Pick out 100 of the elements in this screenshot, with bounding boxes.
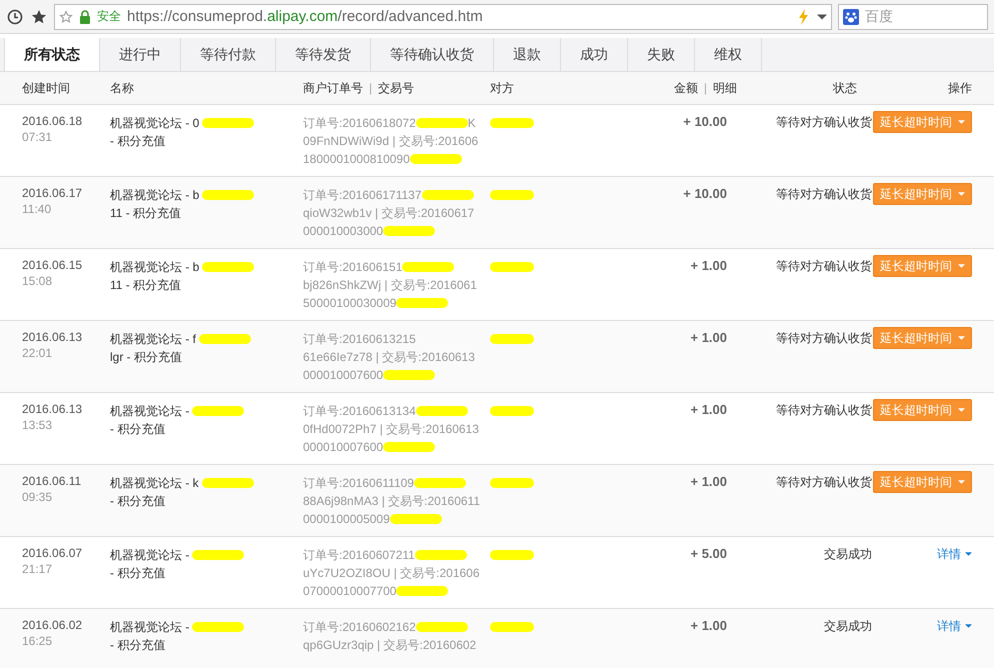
time-text: 22:01 bbox=[22, 346, 54, 360]
date-text: 2016.06.18 bbox=[22, 114, 84, 128]
cell-text: 机器视觉论坛 - bbox=[110, 619, 190, 636]
column-header: 金额 bbox=[674, 80, 698, 96]
caret-icon bbox=[958, 408, 965, 412]
status-text: 等待对方确认收货 bbox=[776, 259, 872, 273]
lock-icon bbox=[79, 10, 91, 24]
column-header: 交易号 bbox=[378, 80, 414, 97]
cell-text: 订单号:20160613134 bbox=[303, 403, 416, 420]
time-text: 21:17 bbox=[22, 562, 54, 576]
caret-icon bbox=[958, 192, 965, 196]
secure-label: 安全 bbox=[97, 8, 121, 25]
cell-text: - 积分充值 bbox=[110, 637, 166, 654]
dropdown-icon[interactable] bbox=[817, 14, 827, 20]
paw-icon bbox=[843, 8, 859, 24]
cell-text: 订单号:20160611109 bbox=[303, 475, 414, 492]
separator-text: | bbox=[704, 81, 707, 95]
cell-text: 机器视觉论坛 - f bbox=[110, 331, 196, 348]
cell-text: 50000100030009 bbox=[303, 295, 396, 312]
caret-icon bbox=[958, 480, 965, 484]
column-header: 商户订单号 bbox=[303, 80, 363, 97]
status-text: 交易成功 bbox=[824, 619, 872, 633]
time-text: 15:08 bbox=[22, 274, 54, 288]
column-header: 操作 bbox=[948, 80, 972, 96]
url-text: https://consumeprod.alipay.com/record/advanced.htm bbox=[127, 8, 483, 25]
time-text: 09:35 bbox=[22, 490, 54, 504]
status-text: 等待对方确认收货 bbox=[776, 331, 872, 345]
amount-text: + 10.00 bbox=[683, 114, 727, 129]
cell-text: 0fHd0072Ph7 | 交易号:20160613 bbox=[303, 421, 479, 438]
details-link[interactable]: 详情 bbox=[937, 546, 972, 562]
cell-text: 机器视觉论坛 - bbox=[110, 547, 190, 564]
column-header: 状态 bbox=[833, 80, 857, 94]
time-text: 16:25 bbox=[22, 634, 54, 648]
status-text: 等待对方确认收货 bbox=[776, 475, 872, 489]
status-text: 交易成功 bbox=[824, 547, 872, 561]
column-header: 对方 bbox=[490, 80, 514, 94]
cell-text: 订单号:20160618072 bbox=[303, 115, 416, 132]
time-text: 07:31 bbox=[22, 130, 54, 144]
date-text: 2016.06.11 bbox=[22, 474, 82, 488]
details-link[interactable]: 详情 bbox=[937, 618, 972, 634]
amount-text: + 1.00 bbox=[690, 402, 727, 417]
time-text: 13:53 bbox=[22, 418, 54, 432]
cell-text: 机器视觉论坛 - k bbox=[110, 475, 199, 492]
cell-text: 11 - 积分充值 bbox=[110, 277, 182, 294]
cell-text: qp6GUzr3qip | 交易号:20160602 bbox=[303, 637, 476, 654]
column-header: 创建时间 bbox=[22, 80, 70, 94]
status-text: 等待对方确认收货 bbox=[776, 187, 872, 201]
date-text: 2016.06.17 bbox=[22, 186, 84, 200]
caret-icon bbox=[958, 264, 965, 268]
address-bar[interactable]: 安全 https://consumeprod.alipay.com/record/advanced.htm bbox=[54, 4, 832, 30]
cell-text: - 积分充值 bbox=[110, 421, 166, 438]
cell-text: 订单号:201606151 bbox=[303, 259, 402, 276]
caret-icon bbox=[965, 624, 972, 628]
cell-text: bj826nShkZWj | 交易号:2016061 bbox=[303, 277, 477, 294]
star-icon[interactable] bbox=[59, 10, 73, 24]
time-text: 11:40 bbox=[22, 202, 52, 216]
caret-icon bbox=[958, 120, 965, 124]
amount-text: + 1.00 bbox=[690, 330, 727, 345]
caret-icon bbox=[965, 552, 972, 556]
cell-text: uYc7U2OZI8OU | 交易号:201606 bbox=[303, 565, 480, 582]
column-header: 明细 bbox=[713, 80, 737, 96]
cell-text: 机器视觉论坛 - bbox=[110, 403, 190, 420]
amount-text: + 5.00 bbox=[690, 546, 727, 561]
cell-text: 11 - 积分充值 bbox=[110, 205, 182, 222]
cell-text: - 积分充值 bbox=[110, 493, 166, 510]
cell-text: 09FnNDWiWi9d | 交易号:201606 bbox=[303, 133, 478, 150]
cell-text: 000010007600 bbox=[303, 439, 384, 456]
amount-text: + 1.00 bbox=[690, 258, 727, 273]
cell-text: 0000100005009 bbox=[303, 511, 390, 528]
cell-text: - 积分充值 bbox=[110, 133, 166, 150]
cell-text: 订单号:201606171137 bbox=[303, 187, 422, 204]
status-text: 等待对方确认收货 bbox=[776, 115, 872, 129]
cell-text: 61e66Ie7z78 | 交易号:20160613 bbox=[303, 349, 475, 366]
cell-text: lgr - 积分充值 bbox=[110, 349, 182, 366]
cell-text: - 积分充值 bbox=[110, 565, 166, 582]
amount-text: + 1.00 bbox=[690, 474, 727, 489]
separator-text: | bbox=[369, 80, 372, 97]
date-text: 2016.06.13 bbox=[22, 330, 84, 344]
column-header: 名称 bbox=[110, 80, 134, 97]
date-text: 2016.06.13 bbox=[22, 402, 84, 416]
cell-text: 机器视觉论坛 - b bbox=[110, 259, 200, 276]
cell-text: 07000010007700 bbox=[303, 583, 396, 600]
cell-text: 1800001000810090 bbox=[303, 151, 410, 168]
status-tab[interactable]: 所有状态 bbox=[4, 38, 100, 71]
date-text: 2016.06.07 bbox=[22, 546, 84, 560]
cell-text: 订单号:20160602162 bbox=[303, 619, 416, 636]
date-text: 2016.06.15 bbox=[22, 258, 84, 272]
cell-text: 000010003000 bbox=[303, 223, 384, 240]
cell-text: 订单号:20160607211 bbox=[303, 547, 415, 564]
bookmark-icon[interactable] bbox=[30, 8, 48, 26]
caret-icon bbox=[958, 336, 965, 340]
status-text: 等待对方确认收货 bbox=[776, 403, 872, 417]
cell-text: 88A6j98nMA3 | 交易号:20160611 bbox=[303, 493, 480, 510]
cell-text: 机器视觉论坛 - 0 bbox=[110, 115, 200, 132]
cell-text: 订单号:20160613215 bbox=[303, 331, 416, 348]
cell-text: 000010007600 bbox=[303, 367, 384, 384]
date-text: 2016.06.02 bbox=[22, 618, 84, 632]
history-icon[interactable] bbox=[6, 8, 24, 26]
cell-text: K bbox=[468, 115, 476, 132]
cell-text: 机器视觉论坛 - b bbox=[110, 187, 200, 204]
